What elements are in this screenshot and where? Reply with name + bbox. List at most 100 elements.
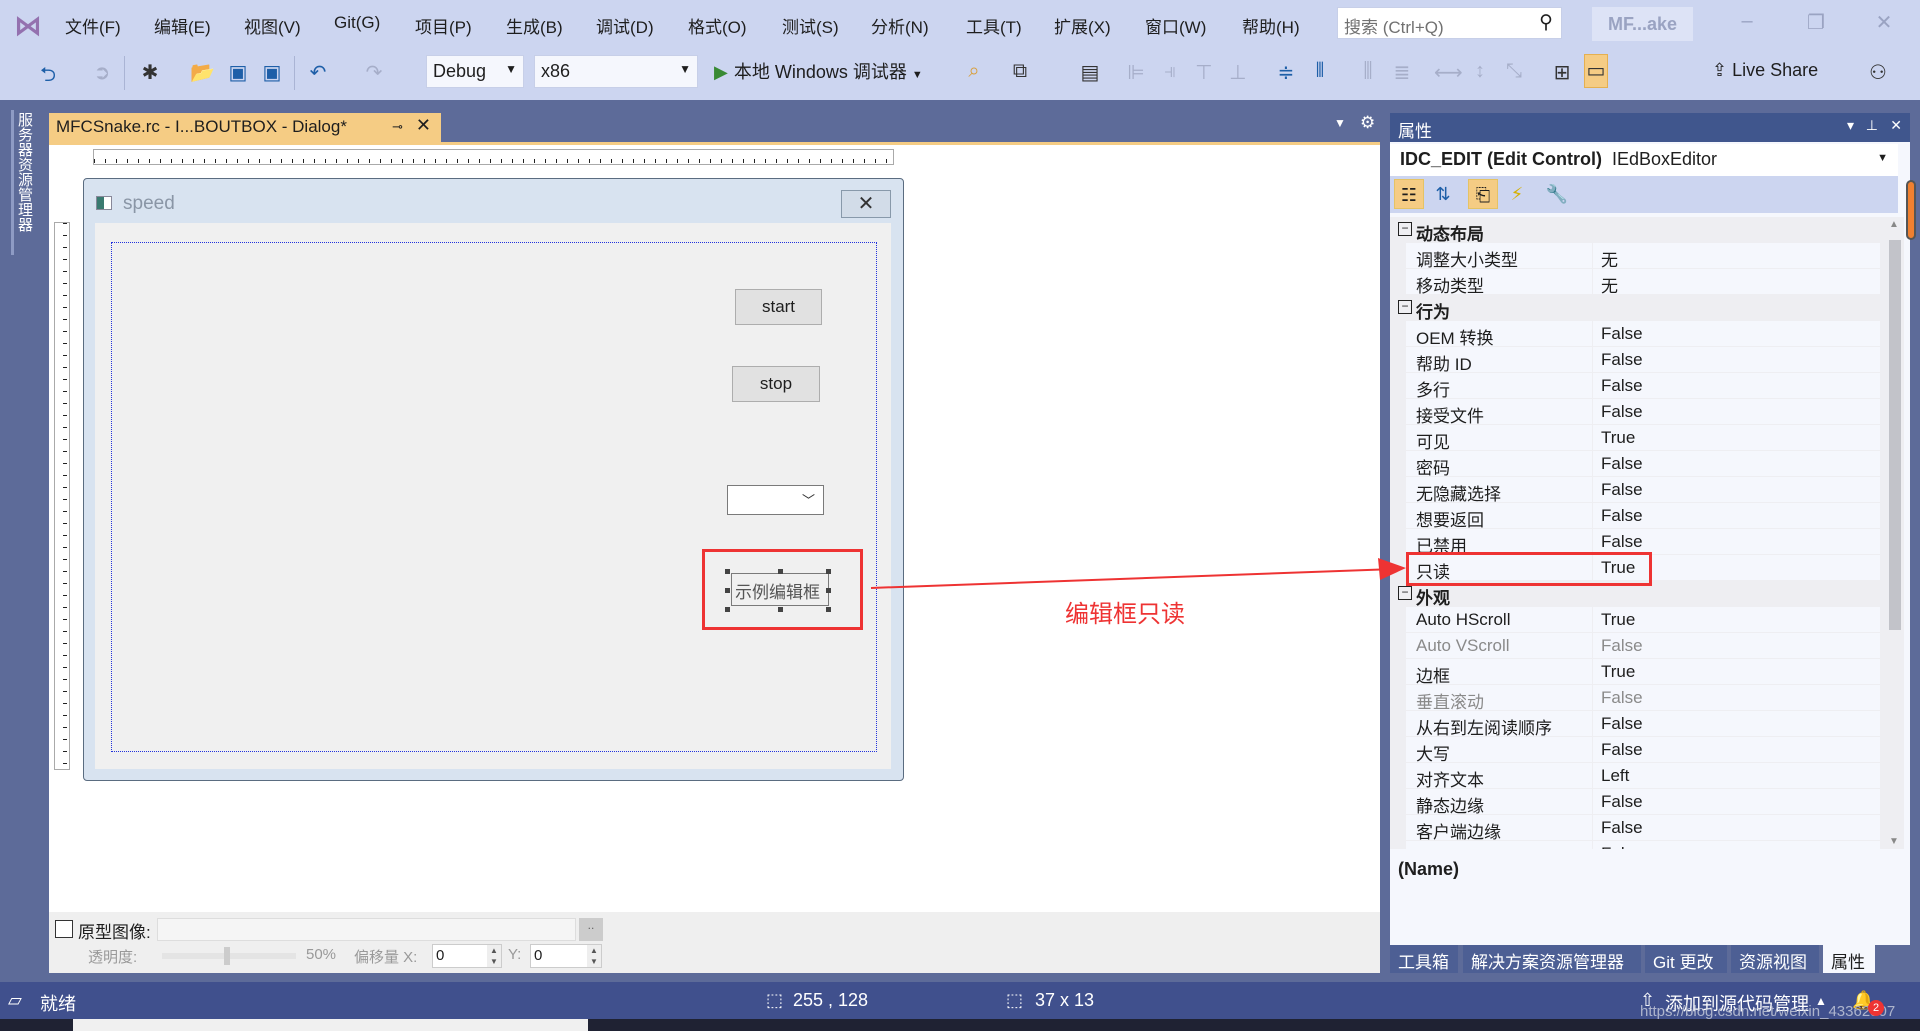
property-row[interactable]: 接受文件 False [1390,399,1880,426]
spin-arrows-icon[interactable]: ▲ ▼ [487,945,501,967]
redo-icon[interactable]: ↷ [362,60,386,85]
tab-overflow-icon[interactable]: ▼ [1334,116,1346,130]
collapse-icon[interactable]: − [1398,300,1412,314]
close-tab-icon[interactable]: ✕ [416,115,431,136]
menu-item[interactable]: 编辑(E) [154,13,211,38]
property-value[interactable]: False [1593,451,1880,476]
property-row[interactable]: 垂直滚动 False [1390,685,1880,712]
property-value[interactable]: False [1593,789,1880,814]
stop-button[interactable]: stop [732,366,820,402]
menu-item[interactable]: 窗口(W) [1145,13,1206,38]
horizontal-ruler[interactable] [93,149,894,165]
new-project-icon[interactable]: ✱ [138,60,162,85]
menu-item[interactable]: Git(G) [334,13,380,33]
panel-scroll-indicator[interactable] [1906,180,1916,240]
property-row[interactable]: 大写 False [1390,737,1880,764]
make-same-height-icon[interactable]: ↕ [1468,60,1492,83]
property-value[interactable]: False [1593,685,1880,710]
test-dialog-icon[interactable]: ⧉ [1008,60,1032,83]
pin-icon[interactable]: ⊸ [392,119,403,135]
taskbar-window[interactable] [73,1019,588,1031]
opacity-slider[interactable] [162,947,296,965]
offset-y-spinner[interactable]: 0 ▲ ▼ [530,944,602,968]
property-value[interactable]: False [1593,321,1880,346]
property-category[interactable]: − 动态布局 [1390,217,1880,244]
property-row[interactable]: 从右到左阅读顺序 False [1390,711,1880,738]
make-same-width-icon[interactable]: ⟷ [1434,60,1463,85]
sort-alphabetical-icon[interactable]: ⇅ [1428,179,1458,209]
property-value[interactable]: 无 [1593,243,1880,270]
property-value[interactable]: False [1593,841,1880,849]
grid-icon[interactable]: ⊞ [1550,60,1574,85]
offset-x-spinner[interactable]: 0 ▲ ▼ [432,944,502,968]
property-row[interactable]: 密码 False [1390,451,1880,478]
property-row[interactable]: Auto VScroll False [1390,633,1880,659]
space-down-icon[interactable]: ≣ [1390,60,1414,85]
events-lightning-icon[interactable]: ⚡ [1502,179,1532,209]
property-row[interactable]: 静态边缘 False [1390,789,1880,816]
property-value[interactable]: False [1593,529,1880,554]
document-tab[interactable]: MFCSnake.rc - I...BOUTBOX - Dialog* ⊸ ✕ [49,113,441,142]
scroll-down-icon[interactable]: ▼ [1889,836,1899,847]
panel-tab[interactable]: 解决方案资源管理器 [1463,945,1641,973]
platform-dropdown[interactable]: x86 ▼ [534,55,698,88]
undo-icon[interactable]: ↶ [306,60,330,85]
slider-thumb[interactable] [224,947,230,965]
property-row[interactable]: 多行 False [1390,373,1880,400]
property-row[interactable]: 帮助 ID False [1390,347,1880,374]
property-row[interactable]: 无隐藏选择 False [1390,477,1880,504]
restore-button[interactable]: ❐ [1801,10,1831,35]
visual-studio-logo-icon[interactable]: ⋈ [14,9,42,42]
prototype-checkbox[interactable] [55,920,73,938]
align-right-icon[interactable]: ⫣ [1158,60,1182,83]
live-share-button[interactable]: ⇪ Live Share [1712,60,1818,81]
save-all-icon[interactable]: ▣ [260,60,284,85]
make-same-size-icon[interactable]: ⤡ [1502,60,1526,83]
property-row[interactable]: OEM 转换 False [1390,321,1880,348]
feedback-icon[interactable]: ⚇ [1866,60,1890,85]
tab-order-icon[interactable]: ▤ [1078,60,1102,85]
pin-icon[interactable]: ⊥ [1866,117,1878,134]
align-bottom-icon[interactable]: ⊥ [1226,60,1250,85]
menu-item[interactable]: 文件(F) [65,13,121,38]
collapse-icon[interactable]: − [1398,222,1412,236]
property-value[interactable]: True [1593,659,1880,684]
close-icon[interactable]: ✕ [1890,117,1902,134]
ruler-guides-icon[interactable]: ▭ [1584,54,1608,88]
vertical-ruler[interactable] [54,222,70,770]
collapse-icon[interactable]: − [1398,586,1412,600]
panel-tab[interactable]: 工具箱 [1390,945,1458,973]
dropdown-icon[interactable]: ▾ [1847,117,1854,134]
solution-name-badge[interactable]: MF...ake [1592,7,1693,41]
property-row[interactable]: 对齐文本 Left [1390,763,1880,790]
menu-item[interactable]: 生成(B) [506,13,563,38]
property-value[interactable]: True [1593,607,1880,632]
scroll-up-icon[interactable]: ▲ [1889,219,1899,230]
find-in-files-icon[interactable]: ⌕ [962,60,986,83]
property-row[interactable]: 可见 True [1390,425,1880,452]
property-value[interactable]: False [1593,711,1880,736]
start-debugging-button[interactable]: ▶ 本地 Windows 调试器 ▼ [714,58,923,84]
menu-item[interactable]: 调试(D) [596,13,654,38]
property-value[interactable]: False [1593,737,1880,762]
space-across-icon[interactable]: ⫼ [1356,60,1380,83]
object-selector[interactable]: IDC_EDIT (Edit Control) IEdBoxEditor ▼ [1390,144,1898,176]
menu-item[interactable]: 分析(N) [871,13,929,38]
property-value[interactable]: Left [1593,763,1880,788]
property-value[interactable]: False [1593,477,1880,502]
menu-item[interactable]: 格式(O) [688,13,747,38]
close-window-button[interactable]: ✕ [1869,10,1899,35]
prototype-path-input[interactable] [157,918,576,941]
property-value[interactable]: False [1593,503,1880,528]
property-value[interactable]: False [1593,347,1880,372]
property-category[interactable]: − 行为 [1390,295,1880,322]
dialog-close-button[interactable]: ✕ [841,190,891,218]
browse-button[interactable]: .. [579,918,603,941]
search-input[interactable]: 搜索 (Ctrl+Q) ⚲ [1337,7,1562,39]
forward-icon[interactable]: ➲ [90,60,114,85]
property-row[interactable]: 边框 True [1390,659,1880,686]
property-value[interactable]: False [1593,815,1880,840]
property-row[interactable]: 想要返回 False [1390,503,1880,530]
server-explorer-tab[interactable]: 服务器资源管理器 [11,110,35,255]
align-left-icon[interactable]: ⊫ [1124,60,1148,85]
